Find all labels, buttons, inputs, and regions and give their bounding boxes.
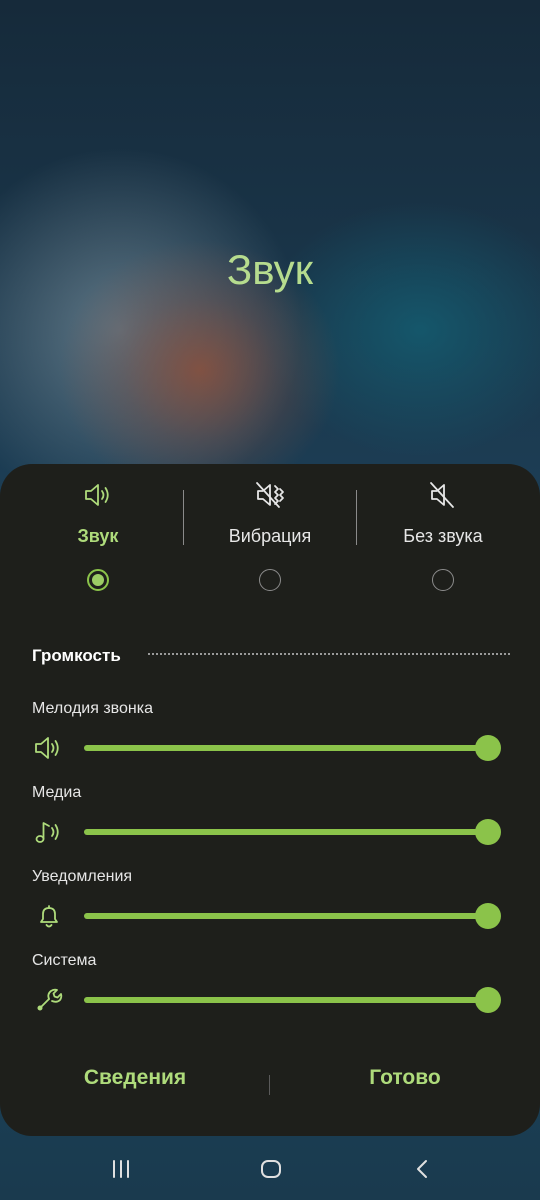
page-title: Звук	[226, 246, 314, 293]
slider-fill	[84, 997, 488, 1003]
slider-label: Система	[32, 952, 97, 969]
done-button[interactable]: Готово	[270, 1066, 540, 1090]
wrench-icon[interactable]	[34, 986, 66, 1014]
mode-sound-radio[interactable]	[87, 569, 109, 591]
ringtone-volume-slider[interactable]	[84, 735, 501, 761]
mode-sound[interactable]: Звук	[8, 478, 188, 591]
mute-icon	[353, 478, 533, 512]
volume-header: Громкость	[32, 646, 121, 665]
slider-label: Медиа	[32, 784, 82, 801]
slider-thumb[interactable]	[475, 819, 501, 845]
slider-label: Уведомления	[32, 868, 133, 885]
bell-icon[interactable]	[34, 902, 66, 930]
slider-row-ringtone: Мелодия звонка	[0, 700, 540, 784]
mode-mute[interactable]: Без звука	[353, 478, 533, 591]
mode-vibrate-radio[interactable]	[259, 569, 281, 591]
slider-thumb[interactable]	[475, 735, 501, 761]
system-volume-slider[interactable]	[84, 987, 501, 1013]
slider-fill	[84, 913, 488, 919]
mode-mute-label: Без звука	[403, 526, 483, 546]
home-icon[interactable]	[251, 1154, 291, 1184]
mode-vibrate[interactable]: Вибрация	[180, 478, 360, 591]
notifications-volume-slider[interactable]	[84, 903, 501, 929]
speaker-icon[interactable]	[34, 734, 66, 762]
slider-thumb[interactable]	[475, 903, 501, 929]
vibrate-icon	[180, 478, 360, 512]
mode-vibrate-label: Вибрация	[228, 526, 312, 546]
slider-label: Мелодия звонка	[32, 700, 153, 717]
details-button[interactable]: Сведения	[0, 1066, 270, 1090]
speaker-icon	[8, 478, 188, 512]
music-note-icon[interactable]	[34, 818, 66, 846]
mode-sound-label: Звук	[77, 526, 119, 546]
slider-row-system: Система	[0, 952, 540, 1036]
sound-mode-panel: Звук Вибрация Без звука Громкость Мелоди…	[0, 464, 540, 1136]
media-volume-slider[interactable]	[84, 819, 501, 845]
slider-fill	[84, 829, 488, 835]
back-icon[interactable]	[403, 1154, 443, 1184]
navigation-bar	[0, 1146, 540, 1192]
dotted-divider	[148, 653, 510, 655]
recent-apps-icon[interactable]	[101, 1154, 141, 1184]
slider-row-media: Медиа	[0, 784, 540, 868]
slider-row-notifications: Уведомления	[0, 868, 540, 952]
slider-thumb[interactable]	[475, 987, 501, 1013]
mode-mute-radio[interactable]	[432, 569, 454, 591]
slider-fill	[84, 745, 488, 751]
